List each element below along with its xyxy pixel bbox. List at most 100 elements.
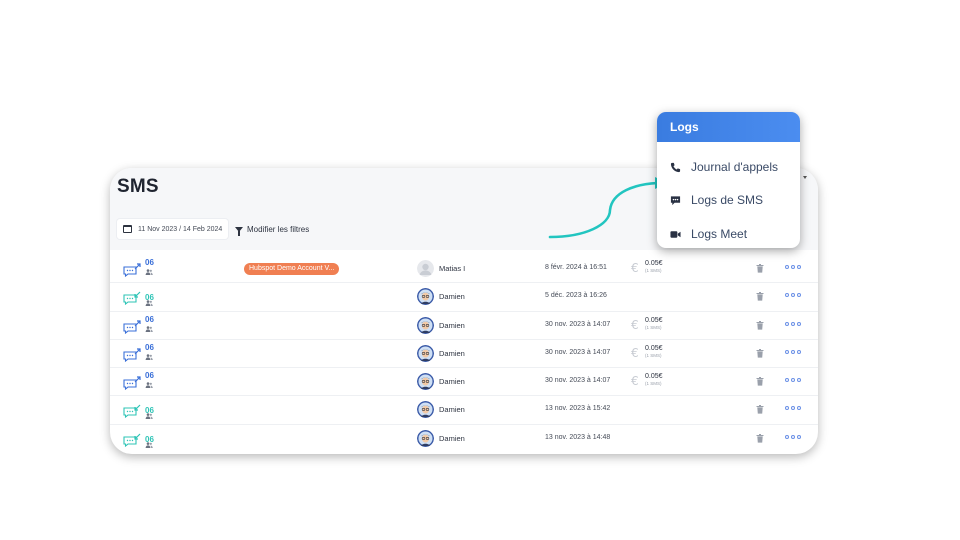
contact-tag[interactable]: Hubspot Demo Account V... (244, 263, 340, 275)
euro-icon: € (631, 374, 639, 389)
table-row[interactable]: 06 Damien 13 nov. 2023 à 15:42 (110, 396, 818, 425)
user-name: Damien (439, 433, 465, 443)
dot (791, 265, 795, 269)
contacts-icon (145, 300, 153, 307)
message-date: 30 nov. 2023 à 14:07 (545, 377, 611, 385)
trash-icon[interactable] (756, 377, 764, 386)
sms-outgoing-icon (123, 376, 141, 391)
sms-count: (1 SMS) (645, 381, 662, 387)
contacts-icon (145, 442, 153, 448)
sms-outgoing-icon (123, 348, 141, 362)
date-range-picker[interactable]: 11 Nov 2023 / 14 Feb 2024 (117, 219, 229, 239)
dot (797, 293, 801, 298)
avatar (417, 373, 434, 391)
dot (797, 321, 801, 326)
modify-filters-button[interactable]: Modifier les filtres (235, 225, 310, 236)
avatar (417, 316, 434, 334)
user-name: Damien (439, 405, 465, 415)
contacts-icon (145, 382, 153, 389)
user-name: Damien (439, 348, 465, 358)
logs-menu-title: Logs (657, 112, 800, 142)
dot (791, 406, 795, 411)
dot (785, 378, 789, 383)
contacts-icon (145, 269, 153, 275)
dot (791, 293, 795, 298)
sms-cost: 0.05€ (645, 344, 663, 352)
table-row[interactable]: 06 Damien 30 nov. 2023 à 14:07 €0.05€ (1 SMS… (110, 368, 818, 397)
trash-icon[interactable] (756, 405, 764, 415)
sms-count: (1 SMS) (645, 324, 662, 330)
avatar (417, 429, 434, 447)
message-date: 5 déc. 2023 à 16:26 (545, 292, 607, 300)
dot (785, 349, 789, 354)
page-title: SMS (117, 176, 159, 197)
trash-icon[interactable] (756, 433, 764, 443)
chat-bubble-icon (670, 195, 681, 205)
message-date: 8 févr. 2024 à 16:51 (545, 264, 607, 271)
trash-icon[interactable] (756, 348, 764, 358)
user-name: Damien (439, 377, 465, 387)
more-options-icon[interactable] (785, 349, 801, 354)
sms-count: (1 SMS) (645, 268, 662, 273)
trash-icon[interactable] (756, 320, 764, 330)
dot (791, 434, 795, 439)
more-options-icon[interactable] (785, 265, 801, 269)
stage: SMS 11 Nov 2023 / 14 Feb 2024 Modifier l… (0, 0, 960, 540)
user-name: Matias I (439, 264, 466, 273)
euro-icon: € (631, 345, 639, 360)
table-row[interactable]: 06 Hubspot Demo Account V... Matias I 8 fév… (110, 255, 818, 284)
sms-cost: 0.05€ (645, 373, 663, 381)
filter-icon (235, 227, 243, 236)
trash-icon[interactable] (756, 292, 764, 301)
user-name: Damien (439, 292, 465, 302)
phone-number[interactable]: 06 (145, 258, 154, 267)
modify-filters-label: Modifier les filtres (247, 225, 310, 234)
dot (791, 378, 795, 383)
table-row[interactable]: 06 Damien 30 nov. 2023 à 14:07 €0.05€ (1 SMS… (110, 340, 818, 369)
avatar (417, 288, 434, 306)
chevron-down-icon[interactable] (803, 176, 807, 179)
sms-outgoing-icon (123, 263, 141, 277)
dot (791, 349, 795, 354)
dot (785, 434, 789, 439)
contacts-icon (145, 413, 153, 420)
message-date: 30 nov. 2023 à 14:07 (545, 348, 611, 356)
menu-item-label: Logs de SMS (691, 193, 764, 207)
table-row[interactable]: 06 Damien 13 nov. 2023 à 14:48 (110, 425, 818, 453)
dot (797, 434, 801, 439)
euro-icon: € (631, 261, 639, 275)
euro-icon: € (631, 317, 639, 332)
phone-number[interactable]: 06 (145, 343, 154, 352)
user-name: Damien (439, 320, 465, 330)
more-options-icon[interactable] (785, 434, 801, 439)
menu-item-meet-log[interactable]: Logs Meet (657, 222, 800, 246)
dot (785, 321, 789, 326)
table-row[interactable]: 06 Damien 5 déc. 2023 à 16:26 (110, 283, 818, 312)
more-options-icon[interactable] (785, 321, 801, 326)
sms-table: 06 Hubspot Demo Account V... Matias I 8 fév… (110, 255, 818, 453)
dot (791, 321, 795, 326)
sms-count: (1 SMS) (645, 352, 662, 358)
message-date: 13 nov. 2023 à 14:48 (545, 433, 611, 441)
table-row[interactable]: 06 Damien 30 nov. 2023 à 14:07 €0.05€ (1 SMS… (110, 312, 818, 340)
dot (797, 378, 801, 383)
menu-item-label: Journal d'appels (691, 160, 779, 174)
more-options-icon[interactable] (785, 293, 801, 298)
contacts-icon (145, 325, 153, 332)
phone-number[interactable]: 06 (145, 315, 154, 324)
dot (785, 406, 789, 411)
message-date: 30 nov. 2023 à 14:07 (545, 320, 611, 328)
phone-number[interactable]: 06 (145, 371, 154, 380)
message-date: 13 nov. 2023 à 15:42 (545, 405, 611, 413)
more-options-icon[interactable] (785, 378, 801, 383)
video-camera-icon (670, 230, 681, 238)
dot (797, 349, 801, 354)
more-options-icon[interactable] (785, 406, 801, 411)
avatar (417, 344, 434, 362)
trash-icon[interactable] (756, 264, 764, 273)
menu-item-call-log[interactable]: Journal d'appels (657, 155, 800, 179)
sms-incoming-icon (123, 405, 141, 419)
date-range-label: 11 Nov 2023 / 14 Feb 2024 (138, 225, 223, 233)
menu-item-sms-log[interactable]: Logs de SMS (657, 188, 800, 212)
dot (785, 293, 789, 298)
